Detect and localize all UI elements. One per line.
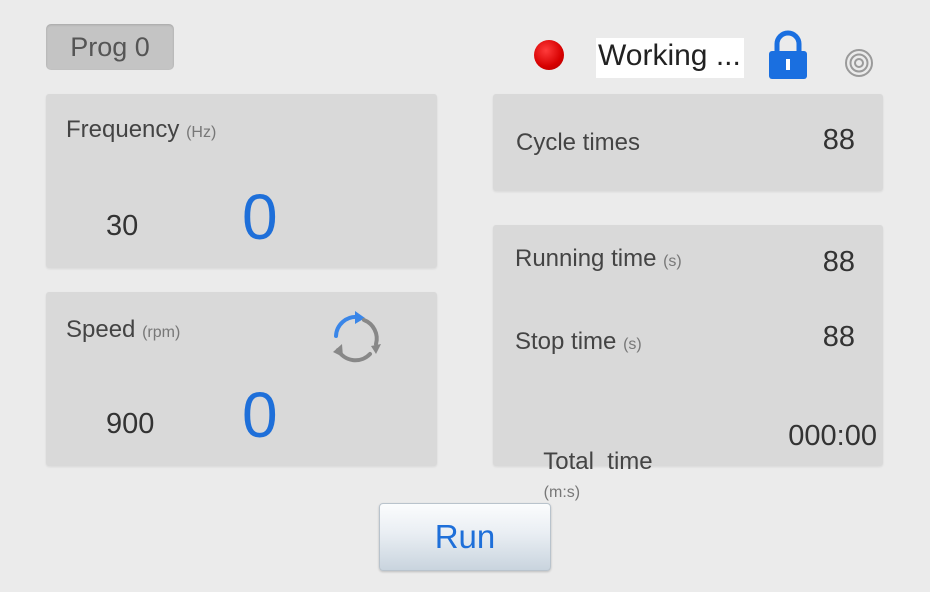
run-button[interactable]: Run	[379, 503, 551, 571]
total-time-value: 000:00	[788, 420, 877, 452]
status-text: Working ...	[596, 38, 744, 78]
speed-label: Speed (rpm)	[66, 316, 180, 344]
program-badge[interactable]: Prog 0	[46, 24, 174, 70]
frequency-panel: Frequency (Hz) 30 0	[46, 94, 437, 268]
running-time-value[interactable]: 88	[823, 246, 855, 279]
status-indicator	[534, 40, 564, 70]
running-time-label: Running time (s)	[515, 245, 682, 273]
settings-icon[interactable]	[843, 47, 875, 79]
times-panel: Running time (s) 88 Stop time (s) 88 Tot…	[493, 225, 883, 501]
frequency-label-text: Frequency	[66, 116, 180, 143]
cycle-value[interactable]: 88	[823, 124, 855, 157]
total-time-unit: (m:s)	[543, 484, 581, 501]
speed-unit: (rpm)	[142, 324, 181, 341]
speed-label-text: Speed	[66, 316, 136, 343]
frequency-unit: (Hz)	[186, 124, 217, 141]
frequency-label: Frequency (Hz)	[66, 116, 216, 144]
frequency-set-value[interactable]: 30	[106, 210, 138, 243]
running-time-unit: (s)	[663, 253, 682, 270]
stop-time-value[interactable]: 88	[823, 321, 855, 354]
cycle-label: Cycle times	[516, 129, 641, 156]
rotate-icon	[333, 311, 381, 363]
stop-time-label: Stop time (s)	[515, 328, 642, 356]
cycle-panel: Cycle times 88	[493, 94, 883, 191]
stop-time-unit: (s)	[623, 336, 642, 353]
stop-time-label-text: Stop time	[515, 328, 617, 355]
running-time-label-text: Running time	[515, 245, 657, 272]
frequency-actual-value: 0	[242, 181, 278, 253]
total-time-label-text: Total time	[543, 448, 653, 475]
lock-icon[interactable]	[766, 30, 810, 80]
speed-actual-value: 0	[242, 379, 278, 451]
speed-set-value[interactable]: 900	[106, 408, 154, 441]
